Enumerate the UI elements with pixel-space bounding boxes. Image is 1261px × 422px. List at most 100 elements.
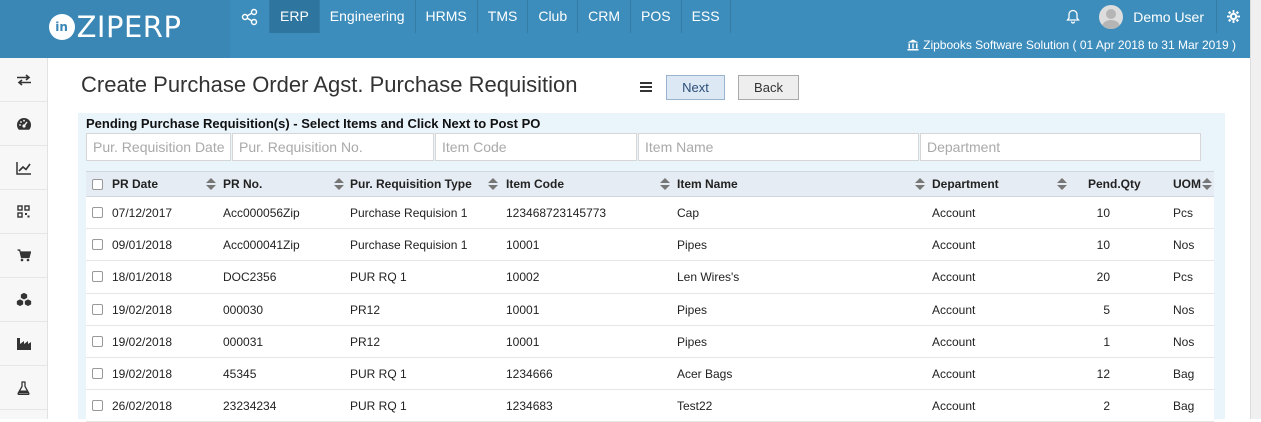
factory-icon[interactable] — [0, 322, 47, 366]
row-checkbox[interactable] — [92, 207, 103, 218]
cell-pr-no: 000030 — [223, 302, 264, 317]
col-item-code[interactable]: Item Code — [506, 172, 564, 196]
sort-icon[interactable] — [334, 178, 344, 190]
sort-icon[interactable] — [915, 178, 925, 190]
next-button[interactable]: Next — [666, 75, 725, 100]
cell-pend-qty: 10 — [1096, 238, 1110, 253]
table-row[interactable]: 07/12/2017 Acc000056Zip Purchase Requisi… — [86, 197, 1214, 230]
row-checkbox[interactable] — [92, 335, 103, 347]
col-uom[interactable]: UOM — [1173, 172, 1201, 196]
cell-pr-type: PUR RQ 1 — [350, 399, 407, 414]
cell-item-code: 123468723145773 — [506, 206, 607, 220]
pr-no-filter[interactable] — [232, 133, 434, 161]
dashboard-icon[interactable] — [0, 102, 47, 146]
cell-department: Account — [932, 206, 976, 220]
cart-icon[interactable] — [0, 234, 47, 278]
col-department[interactable]: Department — [932, 172, 999, 196]
cell-uom: Bag — [1173, 366, 1195, 381]
user-area: Demo User — [1055, 0, 1250, 33]
top-bar: in ZIPERP ERP Engineering HRMS TMS Club … — [0, 0, 1261, 58]
col-pr-no[interactable]: PR No. — [223, 172, 262, 196]
back-button[interactable]: Back — [738, 75, 799, 100]
cell-uom: Nos — [1173, 238, 1195, 253]
cell-pend-qty: 2 — [1103, 399, 1110, 414]
item-code-filter[interactable] — [435, 133, 637, 161]
qrcode-icon[interactable] — [0, 190, 47, 234]
sort-icon[interactable] — [488, 178, 498, 190]
cell-pr-no: 45345 — [223, 366, 257, 381]
cell-uom: Bag — [1173, 399, 1195, 414]
nav-item-erp[interactable]: ERP — [270, 0, 320, 33]
cell-item-code: 10001 — [506, 302, 540, 317]
user-menu[interactable]: Demo User — [1091, 0, 1216, 33]
bell-icon[interactable] — [1055, 0, 1091, 33]
nav-item-hrms[interactable]: HRMS — [416, 0, 478, 33]
cell-pr-date: 26/02/2018 — [112, 399, 173, 414]
nav-item-ess[interactable]: ESS — [682, 0, 731, 33]
col-pr-date[interactable]: PR Date — [112, 172, 158, 196]
row-checkbox[interactable] — [92, 367, 103, 379]
table-row[interactable]: 26/02/2018 23234234 PUR RQ 1 1234683 Tes… — [86, 390, 1214, 422]
nav-item-club[interactable]: Club — [528, 0, 579, 33]
cell-pr-no: 23234234 — [223, 399, 277, 414]
nav-item-pos[interactable]: POS — [631, 0, 682, 33]
swap-icon[interactable] — [0, 58, 47, 102]
cell-department: Account — [932, 399, 976, 414]
brand-logo[interactable]: in ZIPERP — [0, 0, 230, 58]
scrollbar[interactable] — [1250, 0, 1261, 419]
user-name: Demo User — [1133, 8, 1204, 25]
table-row[interactable]: 19/02/2018 000030 PR12 10001 Pipes Accou… — [86, 293, 1214, 326]
cell-item-code: 10002 — [506, 270, 540, 285]
row-checkbox[interactable] — [92, 303, 103, 315]
nav-item-engineering[interactable]: Engineering — [320, 0, 416, 33]
pr-date-filter[interactable] — [86, 133, 231, 161]
chart-icon[interactable] — [0, 146, 47, 190]
row-checkbox[interactable] — [92, 239, 103, 251]
cell-item-name: Pipes — [677, 238, 708, 253]
cubes-icon[interactable] — [0, 278, 47, 322]
cell-item-code: 1234683 — [506, 399, 553, 414]
nav-item-crm[interactable]: CRM — [578, 0, 632, 33]
sort-icon[interactable] — [660, 178, 670, 190]
sort-icon[interactable] — [1057, 178, 1067, 190]
module-nav: ERP Engineering HRMS TMS Club CRM POS ES… — [230, 0, 731, 33]
nav-item-tms[interactable]: TMS — [478, 0, 529, 33]
department-filter[interactable] — [920, 133, 1201, 161]
gear-icon[interactable] — [1216, 0, 1250, 33]
flask-icon[interactable] — [0, 366, 47, 410]
cell-pend-qty: 12 — [1096, 366, 1110, 381]
cell-item-name: Acer Bags — [677, 366, 733, 381]
cell-pr-date: 07/12/2017 — [112, 206, 173, 220]
item-name-filter[interactable] — [638, 133, 919, 161]
cell-pr-type: PUR RQ 1 — [350, 270, 407, 285]
cell-pr-type: PUR RQ 1 — [350, 366, 407, 381]
company-bar: Zipbooks Software Solution ( 01 Apr 2018… — [230, 33, 1250, 58]
cell-pr-date: 19/02/2018 — [112, 302, 173, 317]
sidebar — [0, 58, 48, 419]
cell-item-name: Pipes — [677, 302, 708, 317]
avatar — [1099, 4, 1124, 29]
company-text: Zipbooks Software Solution ( 01 Apr 2018… — [923, 38, 1236, 52]
table-row[interactable]: 19/02/2018 000031 PR12 10001 Pipes Accou… — [86, 325, 1214, 358]
cell-pr-no: Acc000056Zip — [223, 206, 300, 220]
sort-icon[interactable] — [206, 178, 216, 190]
page-title: Create Purchase Order Agst. Purchase Req… — [81, 72, 578, 97]
table-row[interactable]: 09/01/2018 Acc000041Zip Purchase Requisi… — [86, 229, 1214, 262]
select-all-checkbox[interactable] — [92, 179, 103, 190]
table-row[interactable]: 18/01/2018 DOC2356 PUR RQ 1 10002 Len Wi… — [86, 261, 1214, 294]
menu-icon[interactable] — [640, 82, 652, 94]
logo-mark-icon: in — [48, 14, 75, 40]
cell-item-code: 1234666 — [506, 366, 553, 381]
row-checkbox[interactable] — [92, 271, 103, 283]
col-item-name[interactable]: Item Name — [677, 172, 738, 196]
cell-pend-qty: 20 — [1096, 270, 1110, 285]
cell-item-name: Cap — [677, 206, 700, 220]
col-pr-type[interactable]: Pur. Requisition Type — [350, 172, 472, 196]
col-pend-qty[interactable]: Pend.Qty — [1088, 172, 1141, 196]
row-checkbox[interactable] — [92, 400, 103, 412]
sort-icon[interactable] — [1202, 178, 1212, 190]
table-row[interactable]: 19/02/2018 45345 PUR RQ 1 1234666 Acer B… — [86, 357, 1214, 391]
cell-uom: Pcs — [1173, 206, 1194, 220]
cell-pr-date: 09/01/2018 — [112, 238, 173, 253]
share-icon[interactable] — [230, 0, 270, 33]
